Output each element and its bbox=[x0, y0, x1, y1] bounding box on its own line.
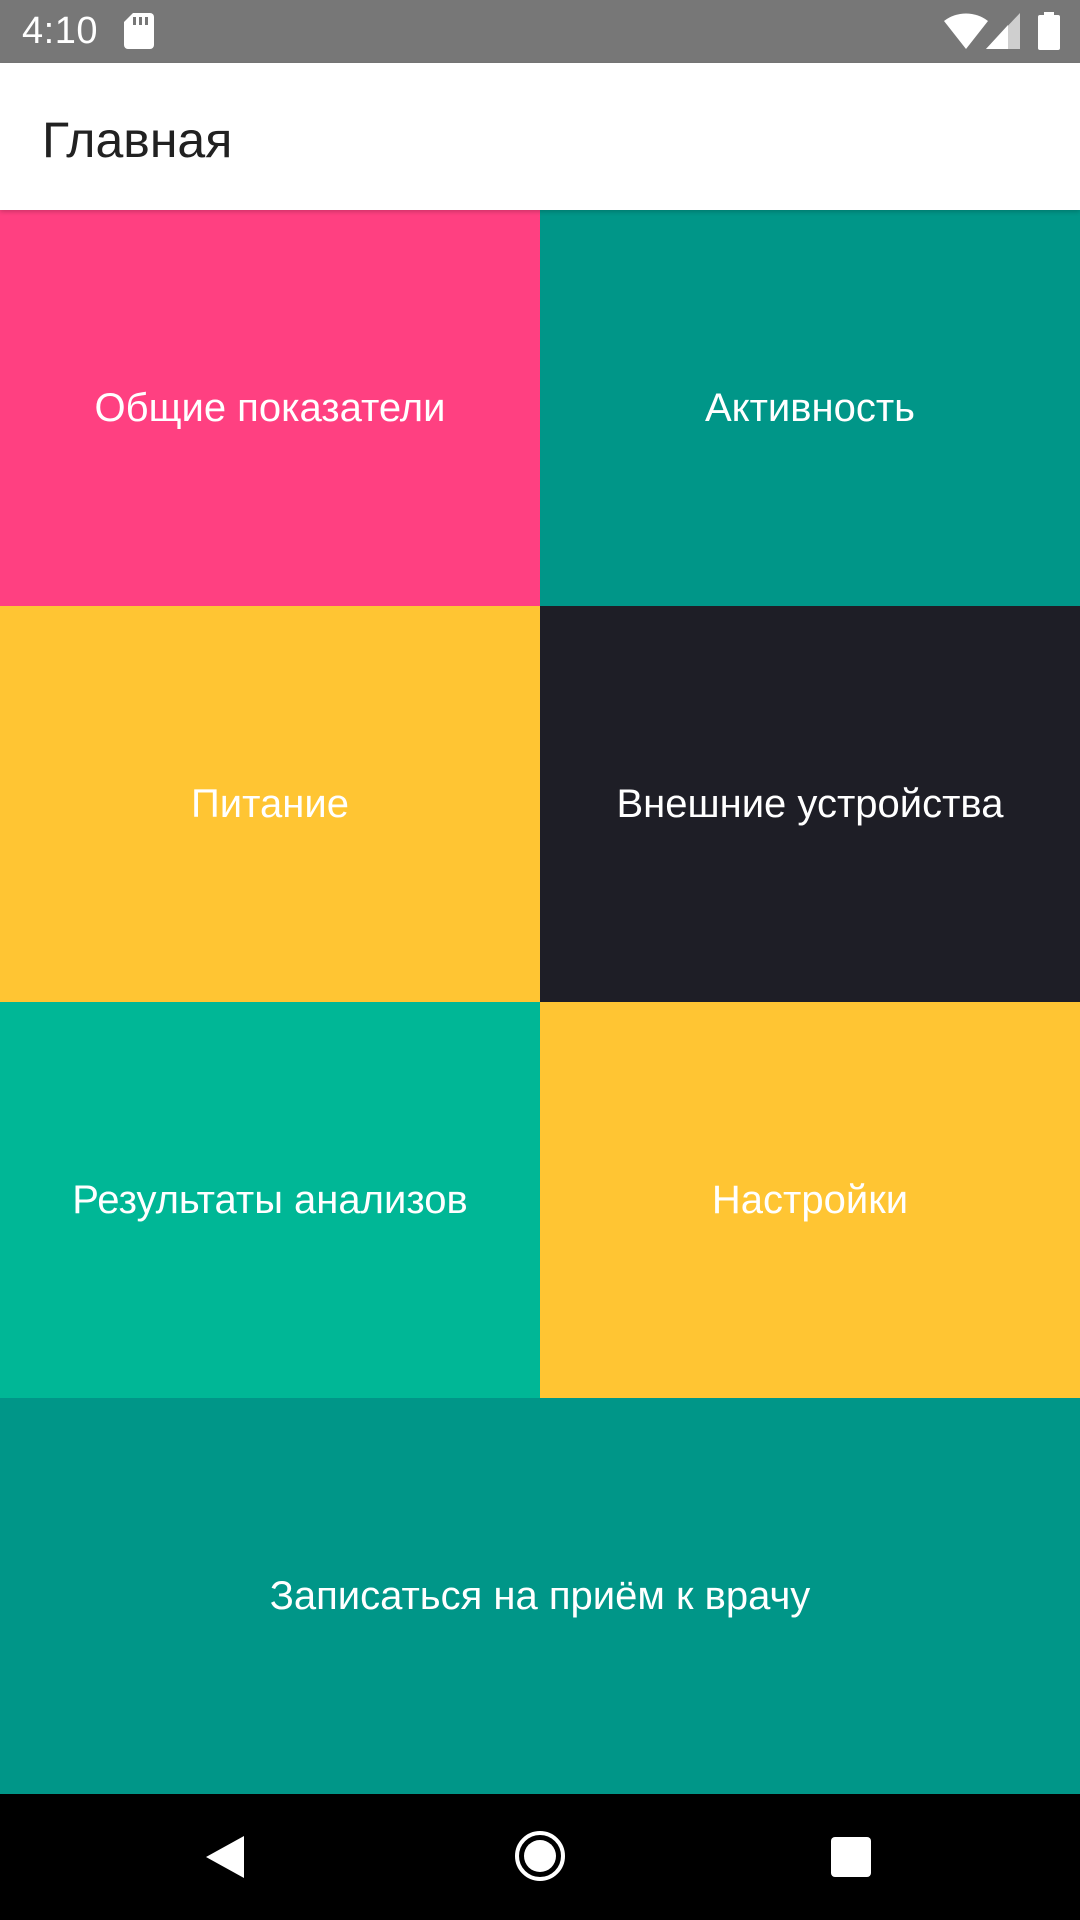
page-title: Главная bbox=[42, 112, 233, 168]
menu-grid: Общие показатели Активность Питание Внеш… bbox=[0, 210, 1080, 1794]
tile-general-indicators[interactable]: Общие показатели bbox=[0, 210, 540, 606]
back-icon[interactable] bbox=[204, 1834, 246, 1880]
tile-nutrition[interactable]: Питание bbox=[0, 606, 540, 1002]
tile-test-results[interactable]: Результаты анализов bbox=[0, 1002, 540, 1398]
recent-apps-icon[interactable] bbox=[830, 1836, 872, 1878]
tile-book-appointment[interactable]: Записаться на приём к врачу bbox=[0, 1398, 1080, 1794]
tile-label: Записаться на приём к врачу bbox=[269, 1574, 811, 1618]
tile-label: Питание bbox=[191, 782, 349, 826]
navigation-bar bbox=[0, 1794, 1080, 1920]
tile-external-devices[interactable]: Внешние устройства bbox=[540, 606, 1080, 1002]
tile-settings[interactable]: Настройки bbox=[540, 1002, 1080, 1398]
tile-activity[interactable]: Активность bbox=[540, 210, 1080, 606]
sd-card-icon bbox=[124, 13, 154, 49]
tile-label: Внешние устройства bbox=[616, 782, 1004, 826]
signal-icon bbox=[986, 13, 1020, 49]
home-icon[interactable] bbox=[514, 1830, 566, 1882]
tile-label: Активность bbox=[704, 386, 916, 430]
app-bar: Главная bbox=[0, 63, 1080, 210]
battery-icon bbox=[1038, 12, 1060, 50]
screen: 4:10 Главная Общие показатели Активность bbox=[0, 0, 1080, 1920]
tile-label: Результаты анализов bbox=[72, 1178, 468, 1222]
wifi-icon bbox=[944, 13, 988, 49]
status-time: 4:10 bbox=[22, 10, 98, 52]
tile-label: Настройки bbox=[711, 1178, 909, 1222]
status-bar: 4:10 bbox=[0, 0, 1080, 63]
tile-label: Общие показатели bbox=[94, 386, 446, 430]
